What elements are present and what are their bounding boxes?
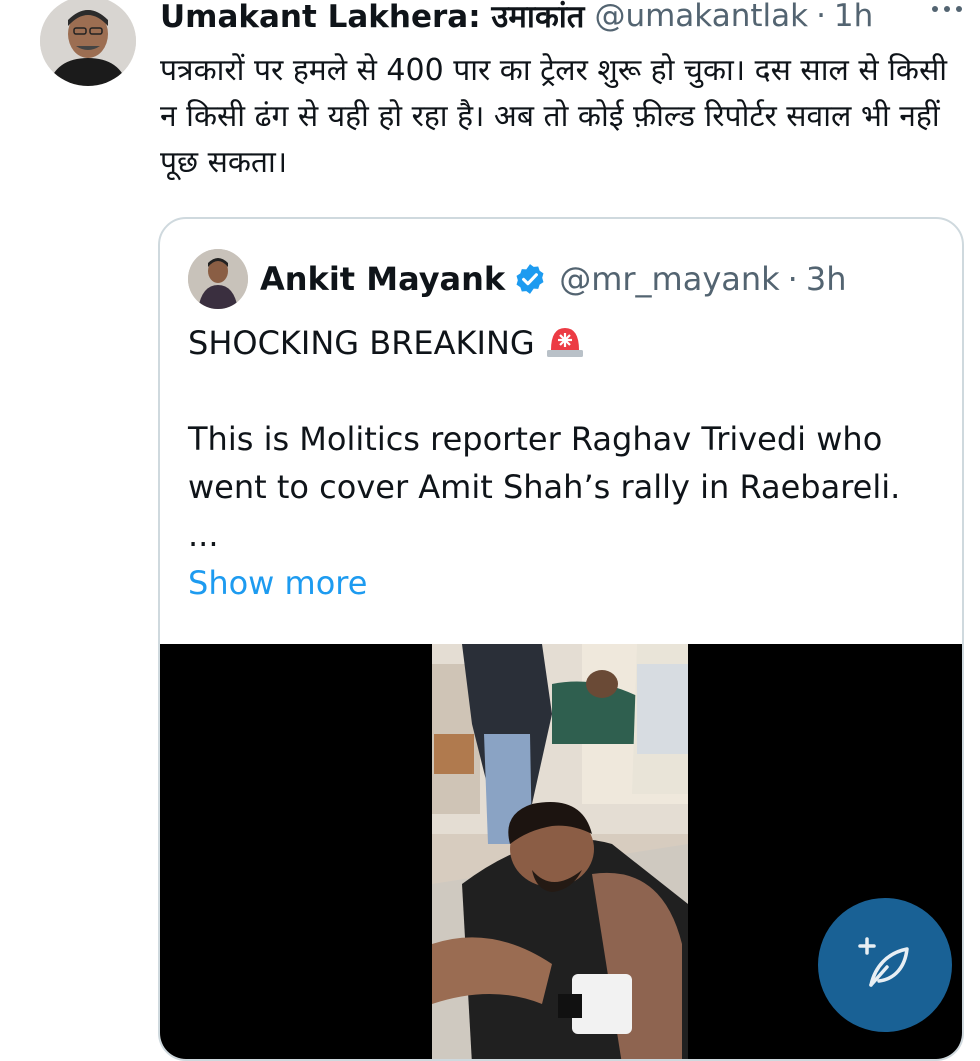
more-options-icon[interactable] [932, 6, 962, 12]
quoted-separator-dot: · [787, 260, 798, 298]
tweet-text: पत्रकारों पर हमले से 400 पार का ट्रेलर श… [160, 53, 948, 180]
compose-post-icon [858, 937, 909, 987]
tweet-header: Umakant Lakhera: उमाकांत @umakantlak · 1… [160, 0, 960, 38]
quoted-headline: SHOCKING BREAKING [188, 324, 535, 362]
separator-dot: · [816, 0, 826, 34]
author-avatar-image [40, 0, 136, 86]
author-name[interactable]: Umakant Lakhera: उमाकांत [160, 0, 584, 37]
show-more-line: Show more [188, 559, 928, 607]
video-thumbnail-image [432, 644, 688, 1059]
quoted-author-avatar-image [188, 249, 248, 309]
author-handle[interactable]: @umakantlak [594, 0, 808, 34]
quoted-tweet-text: SHOCKING BREAKING This is Molitics repor… [188, 319, 928, 607]
quoted-author-avatar[interactable] [188, 249, 248, 309]
quoted-author-name[interactable]: Ankit Mayank [260, 260, 505, 298]
author-avatar[interactable] [40, 0, 136, 86]
quoted-text-line: This is Molitics reporter Raghav Trivedi… [188, 420, 883, 458]
quoted-tweet-time[interactable]: 3h [806, 260, 847, 298]
tweet-time[interactable]: 1h [834, 0, 873, 34]
quoted-text-line: went to cover Amit Shah’s rally in Raeba… [188, 468, 901, 506]
police-light-emoji-icon [546, 328, 583, 357]
show-more-link[interactable]: Show more [188, 564, 367, 602]
ellipsis: ... [188, 516, 219, 554]
quoted-author-handle[interactable]: @mr_mayank [559, 260, 779, 298]
video-frame [432, 644, 688, 1059]
quoted-tweet-header: Ankit Mayank @mr_mayank · 3h [188, 247, 846, 311]
verified-badge-icon [516, 264, 544, 294]
compose-post-button[interactable] [818, 898, 952, 1032]
quoted-headline-line: SHOCKING BREAKING [188, 319, 928, 367]
